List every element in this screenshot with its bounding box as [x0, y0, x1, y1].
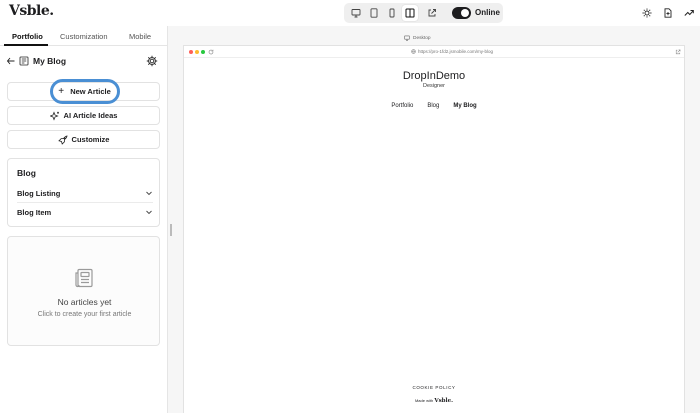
empty-state-subtitle: Click to create your first article: [37, 311, 132, 318]
toggle-knob: [461, 9, 469, 17]
mobile-view-button[interactable]: [384, 5, 400, 21]
file-plus-icon: [664, 8, 672, 18]
newspaper-icon: [75, 268, 93, 288]
made-with-credit: Made with Vsble.: [184, 398, 684, 404]
accordion-label: Blog Item: [17, 208, 52, 217]
ai-ideas-label: AI Article Ideas: [63, 111, 118, 120]
theme-button[interactable]: [641, 7, 653, 19]
site-name[interactable]: DropInDemo: [184, 70, 684, 82]
globe-icon: [411, 49, 416, 54]
ai-article-ideas-button[interactable]: AI Article Ideas: [7, 106, 160, 125]
url-text: https://pro-1fd2.jsmobile.com/my-blog: [418, 49, 494, 54]
sparkles-icon: [49, 110, 59, 121]
url-bar[interactable]: https://pro-1fd2.jsmobile.com/my-blog: [411, 49, 493, 54]
section-title: Blog: [17, 168, 36, 178]
cookie-policy-link[interactable]: COOKIE POLICY: [184, 385, 684, 390]
maximize-dot: [201, 50, 205, 54]
desktop-view-button[interactable]: [348, 5, 364, 21]
publish-button[interactable]: [662, 7, 674, 19]
online-label: Online: [475, 8, 500, 17]
accordion-blog-item[interactable]: Blog Item: [17, 205, 153, 220]
empty-articles-card[interactable]: No articles yet Click to create your fir…: [7, 236, 160, 346]
blog-settings-section: Blog Blog Listing Blog Item: [7, 158, 160, 227]
site-tagline: Designer: [422, 83, 445, 89]
tab-portfolio[interactable]: Portfolio: [12, 32, 43, 41]
empty-state-title: No articles yet: [57, 297, 112, 307]
external-link-icon: [428, 9, 436, 17]
browser-chrome: https://pro-1fd2.jsmobile.com/my-blog: [184, 46, 684, 58]
preview-mode-caption: Desktop: [404, 35, 431, 41]
gear-icon[interactable]: [146, 55, 158, 67]
open-external-button[interactable]: [424, 5, 440, 21]
sidebar: Portfolio Customization Mobile My Blog +…: [0, 26, 168, 413]
customize-button[interactable]: Customize: [7, 130, 160, 149]
customize-label: Customize: [71, 135, 110, 144]
panel-resize-handle[interactable]: [170, 224, 172, 236]
tab-mobile[interactable]: Mobile: [129, 32, 151, 41]
accordion-blog-listing[interactable]: Blog Listing: [17, 186, 153, 201]
tablet-icon: [370, 8, 378, 18]
tablet-view-button[interactable]: [366, 5, 382, 21]
preview-mode-label: Desktop: [413, 35, 431, 41]
chevron-down-icon: [146, 191, 152, 196]
analytics-button[interactable]: [683, 7, 695, 19]
trending-up-icon: [684, 10, 694, 16]
site-nav-my-blog[interactable]: My Blog: [453, 103, 476, 109]
newspaper-icon: [19, 56, 29, 66]
rocket-icon: [57, 135, 68, 145]
site-nav-portfolio[interactable]: Portfolio: [391, 103, 413, 109]
online-toggle[interactable]: [452, 7, 471, 19]
site-nav: Portfolio Blog My Blog: [184, 103, 684, 109]
close-dot: [189, 50, 193, 54]
device-switcher: Online: [344, 3, 503, 23]
made-with-brand[interactable]: Vsble.: [434, 398, 453, 404]
arrow-left-icon[interactable]: [6, 56, 16, 66]
monitor-icon: [351, 9, 361, 18]
site-nav-blog[interactable]: Blog: [427, 103, 439, 109]
sun-icon: [642, 8, 652, 18]
reload-icon[interactable]: [208, 49, 214, 55]
made-with-text: Made with: [414, 398, 434, 403]
chevron-down-icon: [146, 210, 152, 215]
accordion-label: Blog Listing: [17, 189, 61, 198]
external-link-icon[interactable]: [675, 49, 681, 55]
phone-icon: [389, 8, 395, 18]
minimize-dot: [195, 50, 199, 54]
browser-preview: https://pro-1fd2.jsmobile.com/my-blog Dr…: [183, 45, 685, 413]
columns-icon: [405, 8, 415, 18]
tab-customization[interactable]: Customization: [60, 32, 108, 41]
split-view-button[interactable]: [402, 5, 418, 21]
highlight-annotation: [50, 79, 120, 104]
divider: [17, 202, 153, 203]
page-title: My Blog: [33, 56, 67, 66]
sidebar-tabs: Portfolio Customization Mobile: [0, 26, 167, 46]
monitor-icon: [404, 35, 410, 41]
active-tab-indicator: [4, 44, 48, 46]
app-logo[interactable]: Vsble.: [9, 3, 54, 19]
blog-header: My Blog: [0, 53, 167, 69]
top-bar: Vsble. Online: [0, 0, 700, 26]
